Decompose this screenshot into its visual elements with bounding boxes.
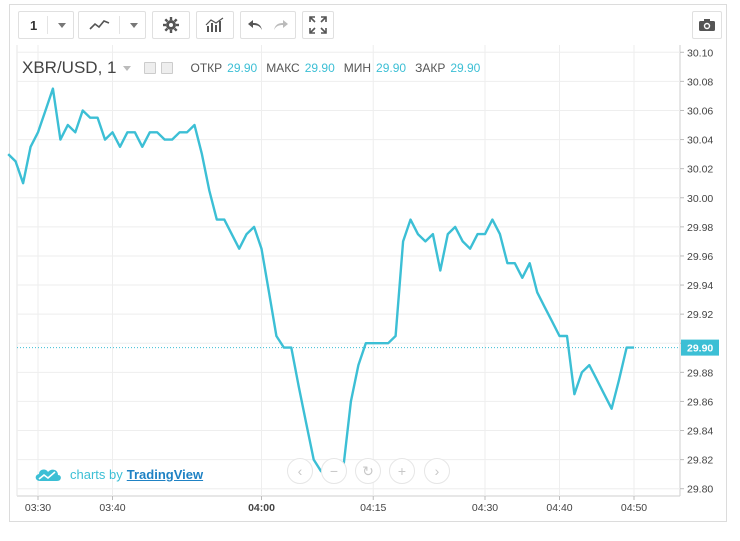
price-line xyxy=(7,87,634,476)
high-value: 29.90 xyxy=(304,61,335,75)
symbol-label[interactable]: XBR/USD, 1 xyxy=(22,58,116,78)
reset-icon: ↻ xyxy=(362,462,374,479)
branding-prefix: charts by xyxy=(70,466,123,482)
zoom-out-button[interactable]: − xyxy=(321,458,347,484)
open-value: 29.90 xyxy=(227,61,258,75)
series: 29.90 xyxy=(7,87,719,476)
y-tick-label: 29.80 xyxy=(687,484,713,496)
x-tick-label: 04:40 xyxy=(546,502,572,514)
settings-small-icon[interactable] xyxy=(161,62,174,74)
y-tick-label: 29.94 xyxy=(687,280,713,292)
y-tick-label: 29.88 xyxy=(687,367,713,379)
x-tick-label: 03:30 xyxy=(25,502,51,514)
y-tick-label: 30.10 xyxy=(687,47,713,59)
scroll-back-button[interactable]: ‹ xyxy=(287,458,313,484)
y-tick-label: 29.84 xyxy=(687,426,713,438)
low-label: МИН xyxy=(343,61,372,75)
y-tick-label: 29.82 xyxy=(687,455,713,467)
y-tick-label: 30.04 xyxy=(687,135,713,147)
close-label: ЗАКР xyxy=(415,61,446,75)
y-tick-label: 29.92 xyxy=(687,309,713,321)
time-axis: 03:30 03:40 04:00 04:15 04:30 04:40 04:50 xyxy=(25,496,647,514)
x-tick-label: 04:00 xyxy=(248,502,275,514)
y-tick-label: 29.86 xyxy=(687,396,713,408)
x-tick-label: 04:50 xyxy=(621,502,647,514)
y-tick-label: 30.08 xyxy=(687,76,713,88)
plus-icon: + xyxy=(397,463,407,479)
reset-button[interactable]: ↻ xyxy=(355,458,381,484)
y-tick-label: 29.96 xyxy=(687,251,713,263)
eye-icon[interactable] xyxy=(144,62,157,74)
open-label: ОТКР xyxy=(190,61,223,75)
chevron-right-icon: › xyxy=(434,463,440,479)
tradingview-logo-icon xyxy=(35,469,61,481)
chevron-left-icon: ‹ xyxy=(297,463,303,479)
y-tick-label: 30.06 xyxy=(687,105,713,117)
chevron-down-icon[interactable] xyxy=(123,65,132,71)
legend: XBR/USD, 1 ОТКР 29.90 МАКС 29.90 МИН 29.… xyxy=(22,58,484,78)
y-tick-label: 30.00 xyxy=(687,193,713,205)
x-tick-label: 04:30 xyxy=(472,502,498,514)
y-tick-label: 29.98 xyxy=(687,222,713,234)
minus-icon: − xyxy=(329,463,339,479)
x-tick-label: 03:40 xyxy=(99,502,125,514)
branding[interactable]: charts by TradingView xyxy=(34,466,203,482)
branding-name[interactable]: TradingView xyxy=(127,467,203,482)
y-tick-label: 30.02 xyxy=(687,164,713,176)
high-label: МАКС xyxy=(266,61,300,75)
zoom-in-button[interactable]: + xyxy=(389,458,415,484)
price-axis: 30.10 30.08 30.06 30.04 30.02 30.00 29.98 29.96… xyxy=(680,47,713,496)
last-price-label: 29.90 xyxy=(687,343,713,355)
x-tick-label: 04:15 xyxy=(360,502,386,514)
close-value: 29.90 xyxy=(450,61,481,75)
low-value: 29.90 xyxy=(376,61,407,75)
scroll-forward-button[interactable]: › xyxy=(424,458,450,484)
